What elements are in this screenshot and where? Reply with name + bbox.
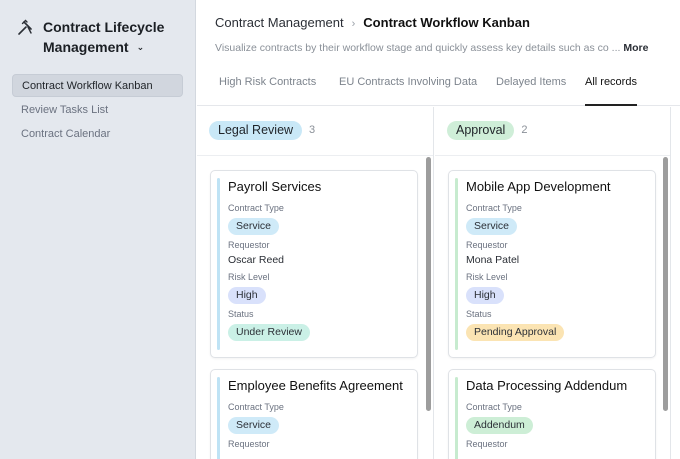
field-label: Contract Type (228, 402, 284, 412)
breadcrumb: Contract Management › Contract Workflow Ka… (215, 15, 530, 32)
contract-type-badge: Addendum (466, 417, 533, 434)
requestor-value: Oscar Reed (228, 254, 285, 266)
column-header: Legal Review 3 (209, 121, 315, 141)
app-title: Contract Lifecycle Management ⌄ (43, 17, 193, 57)
app-title-line2: Management (43, 39, 129, 55)
card-title: Data Processing Addendum (466, 378, 628, 393)
scrollbar-thumb[interactable] (663, 157, 668, 411)
status-badge: Under Review (228, 324, 310, 341)
view-tabs: High Risk Contracts EU Contracts Involvi… (197, 66, 680, 106)
card-accent-bar (217, 178, 220, 350)
column-scrollbar[interactable] (663, 157, 668, 459)
app-title-line1: Contract Lifecycle (43, 19, 165, 35)
contract-type-badge: Service (466, 218, 518, 235)
field-label: Contract Type (228, 203, 284, 213)
breadcrumb-separator-icon: › (351, 18, 356, 30)
page-description: Visualize contracts by their workflow st… (215, 42, 648, 54)
column-stage-badge: Legal Review (209, 121, 303, 140)
kanban-card[interactable]: Data Processing Addendum Contract Type A… (448, 369, 656, 459)
field-label: Risk Level (466, 272, 508, 282)
column-stage-badge: Approval (447, 121, 515, 140)
field-label: Requestor (466, 439, 508, 449)
column-count: 3 (309, 124, 316, 136)
kanban-column-legal-review: Legal Review 3 Payroll Services Contract … (197, 107, 434, 459)
more-link[interactable]: More (623, 42, 648, 54)
kanban-card[interactable]: Mobile App Development Contract Type Ser… (448, 170, 656, 358)
field-label: Requestor (466, 240, 508, 250)
card-title: Mobile App Development (466, 179, 611, 194)
column-scrollbar[interactable] (426, 157, 431, 459)
card-title: Employee Benefits Agreement (228, 378, 403, 393)
breadcrumb-parent[interactable]: Contract Management (215, 15, 344, 30)
field-label: Requestor (228, 439, 270, 449)
column-count: 2 (521, 124, 528, 136)
sidebar-item-review-tasks-list[interactable]: Review Tasks List (12, 99, 183, 122)
sidebar-item-contract-workflow-kanban[interactable]: Contract Workflow Kanban (12, 74, 183, 97)
tab-all-records[interactable]: All records (585, 66, 637, 106)
scrollbar-thumb[interactable] (426, 157, 431, 411)
field-label: Risk Level (228, 272, 270, 282)
field-label: Status (228, 309, 254, 319)
kanban-column-approval: Approval 2 Mobile App Development Contrac… (435, 107, 671, 459)
tab-high-risk-contracts[interactable]: High Risk Contracts (219, 66, 316, 106)
kanban-card[interactable]: Employee Benefits Agreement Contract Typ… (210, 369, 418, 459)
kanban-board: Legal Review 3 Payroll Services Contract … (197, 107, 680, 459)
contract-type-badge: Service (228, 218, 280, 235)
card-accent-bar (217, 377, 220, 459)
tools-icon (18, 19, 32, 35)
risk-level-badge: High (466, 287, 504, 304)
field-label: Requestor (228, 240, 270, 250)
card-accent-bar (455, 377, 458, 459)
status-badge: Pending Approval (466, 324, 565, 341)
column-header: Approval 2 (447, 121, 527, 141)
kanban-card[interactable]: Payroll Services Contract Type Service R… (210, 170, 418, 358)
card-accent-bar (455, 178, 458, 350)
sidebar: Contract Lifecycle Management ⌄ Contract … (0, 0, 196, 459)
card-title: Payroll Services (228, 179, 322, 194)
field-label: Contract Type (466, 203, 522, 213)
requestor-value: Mona Patel (466, 254, 520, 266)
page-title: Contract Workflow Kanban (363, 15, 530, 30)
contract-type-badge: Service (228, 417, 280, 434)
sidebar-item-contract-calendar[interactable]: Contract Calendar (12, 123, 183, 146)
risk-level-badge: High (228, 287, 266, 304)
tab-delayed-items[interactable]: Delayed Items (496, 66, 566, 106)
field-label: Status (466, 309, 492, 319)
description-text: Visualize contracts by their workflow st… (215, 42, 621, 54)
sidebar-nav: Contract Workflow Kanban Review Tasks Li… (12, 74, 183, 148)
divider (435, 155, 670, 156)
divider (197, 155, 433, 156)
tab-eu-contracts-involving-data[interactable]: EU Contracts Involving Data (339, 66, 477, 106)
chevron-down-icon[interactable]: ⌄ (137, 37, 145, 57)
field-label: Contract Type (466, 402, 522, 412)
main-panel: Contract Management › Contract Workflow Ka… (197, 0, 680, 459)
